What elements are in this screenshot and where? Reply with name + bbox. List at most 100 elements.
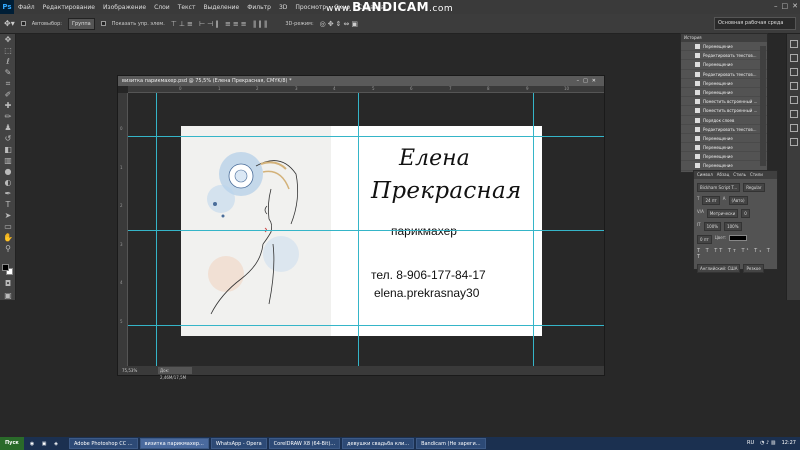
maximize-icon[interactable]: □ xyxy=(782,2,789,10)
history-item[interactable]: Перемещение xyxy=(681,134,767,144)
character-panel-icon[interactable] xyxy=(790,54,798,62)
menu-3d[interactable]: 3D xyxy=(275,4,291,11)
history-item[interactable]: Перемещение xyxy=(681,143,767,153)
menu-filter[interactable]: Фильтр xyxy=(243,4,275,11)
quick-select-tool-icon[interactable]: ✎ xyxy=(2,68,14,78)
language-dropdown[interactable]: Английский: США xyxy=(697,264,741,273)
tab-char-style[interactable]: Стиль xyxy=(733,171,746,179)
brush-tool-icon[interactable]: ✏ xyxy=(2,112,14,122)
business-card[interactable]: Елена Прекрасная парикмахер тел. 8-906-1… xyxy=(181,126,542,336)
history-item[interactable]: Поместить встроенный ... xyxy=(681,97,767,107)
document-window-controls[interactable]: –□✕ xyxy=(577,76,600,86)
history-brush-icon[interactable]: ↺ xyxy=(2,134,14,144)
antialias-dropdown[interactable]: Резкое xyxy=(743,264,764,273)
dodge-tool-icon[interactable]: ◐ xyxy=(2,178,14,188)
kerning-field[interactable]: Метрически xyxy=(706,209,739,218)
start-button[interactable]: Пуск xyxy=(0,437,24,450)
leading-field[interactable]: (Авто) xyxy=(728,196,748,205)
zoom-level[interactable]: 75,53% xyxy=(122,368,137,373)
menu-image[interactable]: Изображение xyxy=(99,4,150,11)
guide-vertical[interactable] xyxy=(533,93,534,366)
color-panel-icon[interactable] xyxy=(790,96,798,104)
adjustments-panel-icon[interactable] xyxy=(790,124,798,132)
menu-edit[interactable]: Редактирование xyxy=(39,4,99,11)
tracking-field[interactable]: 0 xyxy=(741,209,750,218)
swatches-panel-icon[interactable] xyxy=(790,110,798,118)
menu-layers[interactable]: Слои xyxy=(150,4,174,11)
horizontal-scale-field[interactable]: 100% xyxy=(724,222,742,231)
paragraph-panel-icon[interactable] xyxy=(790,68,798,76)
move-tool-icon[interactable]: ✥ xyxy=(2,35,14,45)
tray-icons[interactable]: ◔ ♪ ▥ xyxy=(760,437,775,450)
font-size-field[interactable]: 24 пт xyxy=(702,196,720,205)
history-item[interactable]: Перемещение xyxy=(681,88,767,98)
menu-view[interactable]: Просмотр xyxy=(291,4,330,11)
type-tool-icon[interactable]: T xyxy=(2,200,14,210)
tab-character[interactable]: Символ xyxy=(697,171,713,179)
history-item[interactable]: Порядок слоев xyxy=(681,116,767,125)
history-item[interactable]: Редактировать текстов... xyxy=(681,70,767,79)
card-profession[interactable]: парикмахер xyxy=(391,224,457,238)
layers-panel-icon[interactable] xyxy=(790,82,798,90)
card-first-name[interactable]: Елена xyxy=(399,146,470,171)
vertical-ruler[interactable]: 0 1 2 3 4 5 xyxy=(118,93,128,366)
move-tool-icon[interactable]: ✥▾ xyxy=(4,19,15,28)
path-select-tool-icon[interactable]: ➤ xyxy=(2,211,14,221)
hand-tool-icon[interactable]: ✋ xyxy=(2,233,14,243)
horizontal-ruler[interactable]: 0 1 2 3 4 5 6 7 8 9 10 xyxy=(128,86,604,93)
clock[interactable]: 12:27 xyxy=(782,437,796,450)
3d-tools-icons[interactable]: ◎✥⇕⇔▣ xyxy=(320,20,360,28)
taskbar-item-document[interactable]: визитка парикмахер... xyxy=(139,438,209,449)
menu-file[interactable]: Файл xyxy=(14,4,39,11)
menu-select[interactable]: Выделение xyxy=(199,4,243,11)
history-item[interactable]: Перемещение xyxy=(681,79,767,88)
crop-tool-icon[interactable]: ⌗ xyxy=(2,79,14,89)
blur-tool-icon[interactable]: ● xyxy=(2,167,14,177)
vertical-scale-field[interactable]: 100% xyxy=(703,222,722,231)
eyedropper-tool-icon[interactable]: ✐ xyxy=(2,90,14,100)
marquee-tool-icon[interactable]: ⬚ xyxy=(2,46,14,56)
healing-tool-icon[interactable]: ✚ xyxy=(2,101,14,111)
taskbar-item-bandicam[interactable]: Bandicam (Не зареги... xyxy=(416,438,486,449)
language-indicator[interactable]: RU xyxy=(747,437,754,450)
tab-styles[interactable]: Стили xyxy=(750,171,763,179)
history-item[interactable]: Перемещение xyxy=(681,42,767,52)
font-family-dropdown[interactable]: Bickham Script T... xyxy=(697,183,741,192)
card-phone[interactable]: тел. 8-906-177-84-17 xyxy=(371,268,486,282)
card-last-name[interactable]: Прекрасная xyxy=(371,178,522,204)
history-item[interactable]: Редактировать текстов... xyxy=(681,51,767,61)
auto-select-checkbox[interactable] xyxy=(20,21,26,26)
taskbar-item-opera[interactable]: WhatsApp - Opera xyxy=(210,438,267,449)
eraser-tool-icon[interactable]: ◧ xyxy=(2,145,14,155)
font-style-dropdown[interactable]: Regular xyxy=(743,183,765,192)
guide-vertical[interactable] xyxy=(156,93,157,366)
close-icon[interactable]: ✕ xyxy=(792,2,798,10)
taskbar-item-coreldraw[interactable]: CorelDRAW X8 (64-Bit)... xyxy=(268,438,341,449)
card-email[interactable]: elena.prekrasnay30 xyxy=(374,286,479,300)
history-item[interactable]: Поместить встроенный ... xyxy=(681,106,767,116)
guide-vertical[interactable] xyxy=(358,93,359,366)
shape-tool-icon[interactable]: ▭ xyxy=(2,222,14,232)
document-tab[interactable]: визитка парикмахер.psd @ 75,5% (Елена Пр… xyxy=(118,76,604,86)
show-controls-checkbox[interactable] xyxy=(100,21,106,26)
taskbar-item-folder[interactable]: девушки свадьба кли... xyxy=(342,438,415,449)
foreground-color-swatch[interactable] xyxy=(2,264,9,271)
zoom-tool-icon[interactable]: ⚲ xyxy=(2,244,14,254)
tab-paragraph[interactable]: Абзац xyxy=(717,171,730,179)
tab-history[interactable]: История xyxy=(684,34,702,42)
workspace-dropdown[interactable]: Основная рабочая среда xyxy=(714,17,796,30)
menu-type[interactable]: Текст xyxy=(174,4,200,11)
minimize-icon[interactable]: – xyxy=(774,2,778,10)
align-icons[interactable]: ⊤⊥≡ ⊢⊣‖ ≡≡≡ ‖‖‖ xyxy=(171,20,270,28)
lasso-tool-icon[interactable]: ℓ xyxy=(2,57,14,67)
gradient-tool-icon[interactable]: ▥ xyxy=(2,156,14,166)
history-panel-icon[interactable] xyxy=(790,40,798,48)
screen-mode-icon[interactable]: ▣ xyxy=(2,291,14,301)
history-item[interactable]: Перемещение xyxy=(681,60,767,70)
document-size[interactable]: Док: 2,46M/17,5M xyxy=(158,367,192,380)
type-style-buttons[interactable]: T T TT Tт T¹ T₁ T T xyxy=(697,248,774,260)
text-color-swatch[interactable] xyxy=(729,235,748,241)
history-item[interactable]: Перемещение xyxy=(681,152,767,162)
baseline-shift-field[interactable]: 0 пт xyxy=(697,235,712,244)
channels-panel-icon[interactable] xyxy=(790,138,798,146)
